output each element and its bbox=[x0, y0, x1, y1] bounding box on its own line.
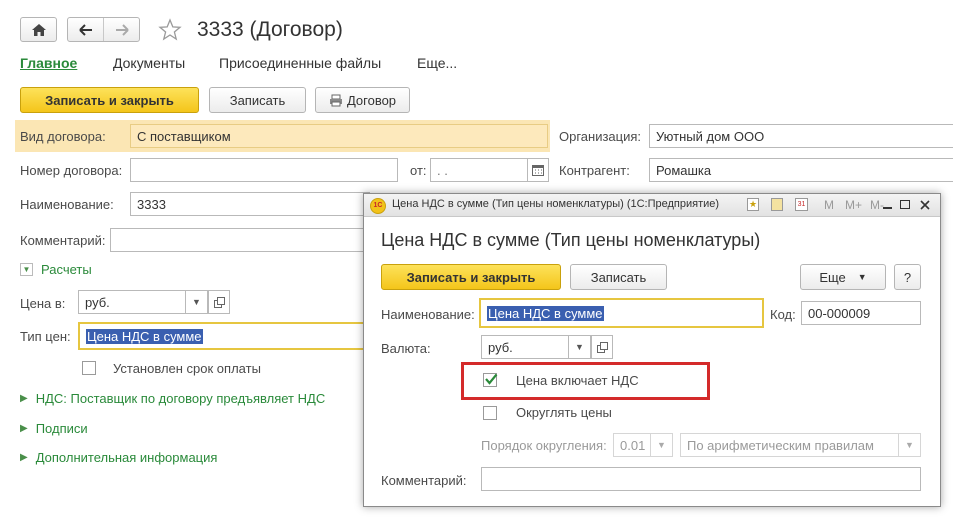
save-and-close-button[interactable]: Записать и закрыть bbox=[20, 87, 199, 113]
payment-term-label: Установлен срок оплаты bbox=[113, 361, 261, 376]
home-icon bbox=[31, 23, 46, 36]
extra-info-section-label: Дополнительная информация bbox=[35, 450, 218, 465]
price-type-field[interactable]: Цена НДС в сумме bbox=[78, 322, 378, 350]
price-in-label: Цена в: bbox=[20, 296, 66, 311]
signatures-section-toggle[interactable]: ▶ Подписи bbox=[20, 421, 88, 436]
bookmark-icon[interactable]: ★ bbox=[747, 198, 759, 211]
rounding-rule-dropdown: ▼ bbox=[899, 433, 921, 457]
printer-icon bbox=[329, 94, 342, 106]
contract-type-field[interactable]: С поставщиком bbox=[130, 124, 548, 148]
dialog-comment-field[interactable] bbox=[481, 467, 921, 491]
arrow-right-icon bbox=[115, 23, 129, 36]
memory-minus-button[interactable]: M- bbox=[870, 198, 884, 212]
comment-label: Комментарий: bbox=[20, 233, 106, 248]
currency-open-button[interactable] bbox=[591, 335, 613, 359]
open-icon bbox=[596, 341, 608, 353]
price-currency-field[interactable]: руб. bbox=[78, 290, 186, 314]
tab-attached-files[interactable]: Присоединенные файлы bbox=[219, 55, 381, 71]
counterparty-field[interactable]: Ромашка bbox=[649, 158, 953, 182]
app-logo-icon: 1C bbox=[370, 198, 386, 214]
save-button[interactable]: Записать bbox=[209, 87, 306, 113]
nav-buttons bbox=[67, 17, 140, 42]
price-type-value: Цена НДС в сумме bbox=[86, 328, 203, 344]
help-button[interactable]: ? bbox=[894, 264, 921, 290]
rounding-order-label: Порядок округления: bbox=[481, 438, 607, 453]
expand-arrow-icon: ▶ bbox=[20, 452, 28, 463]
favorite-star-icon[interactable] bbox=[158, 18, 182, 42]
dialog-window-title: Цена НДС в сумме (Тип цены номенклатуры)… bbox=[392, 198, 720, 210]
round-prices-checkbox[interactable] bbox=[483, 406, 497, 420]
vat-section-toggle[interactable]: ▶ НДС: Поставщик по договору предъявляет… bbox=[20, 391, 325, 406]
price-type-label: Тип цен: bbox=[20, 329, 71, 344]
code-field[interactable]: 00-000009 bbox=[801, 301, 921, 325]
price-includes-vat-label: Цена включает НДС bbox=[516, 373, 639, 388]
tab-more[interactable]: Еще... bbox=[417, 55, 457, 71]
tab-documents[interactable]: Документы bbox=[113, 55, 185, 71]
tab-main[interactable]: Главное bbox=[20, 55, 77, 71]
org-field[interactable]: Уютный дом ООО bbox=[649, 124, 953, 148]
org-label: Организация: bbox=[559, 129, 642, 144]
print-contract-button[interactable]: Договор bbox=[315, 87, 410, 113]
calendar-small-icon[interactable]: 31 bbox=[795, 198, 808, 211]
expand-chevron-icon: ▼ bbox=[20, 263, 33, 276]
dialog-comment-label: Комментарий: bbox=[381, 473, 467, 488]
open-icon bbox=[213, 296, 225, 308]
dialog-more-label: Еще bbox=[819, 269, 846, 285]
currency-field[interactable]: руб. bbox=[481, 335, 569, 359]
name-field[interactable]: 3333 bbox=[130, 192, 370, 216]
checkmark-icon bbox=[485, 373, 498, 385]
comment-field[interactable] bbox=[110, 228, 370, 252]
calculator-icon[interactable] bbox=[771, 198, 783, 211]
dialog-name-label: Наименование: bbox=[381, 307, 475, 322]
signatures-section-label: Подписи bbox=[35, 421, 88, 436]
memory-m-button[interactable]: M bbox=[824, 198, 834, 212]
dialog-save-button[interactable]: Записать bbox=[570, 264, 667, 290]
price-currency-dropdown[interactable]: ▼ bbox=[186, 290, 208, 314]
code-label: Код: bbox=[770, 307, 796, 322]
dialog-heading: Цена НДС в сумме (Тип цены номенклатуры) bbox=[381, 230, 761, 250]
forward-button[interactable] bbox=[104, 18, 139, 41]
vat-section-label: НДС: Поставщик по договору предъявляет Н… bbox=[35, 391, 326, 406]
contract-type-label: Вид договора: bbox=[20, 129, 106, 144]
rounding-order-field: 0.01 bbox=[613, 433, 651, 457]
home-button[interactable] bbox=[20, 17, 57, 42]
price-type-dialog: 1C Цена НДС в сумме (Тип цены номенклату… bbox=[363, 193, 941, 507]
round-prices-label: Округлять цены bbox=[516, 405, 612, 420]
dialog-name-value: Цена НДС в сумме bbox=[487, 305, 604, 321]
price-includes-vat-checkbox[interactable] bbox=[483, 373, 498, 387]
print-contract-label: Договор bbox=[346, 92, 397, 108]
extra-info-section-toggle[interactable]: ▶ Дополнительная информация bbox=[20, 450, 217, 465]
payments-section-toggle[interactable]: ▼ Расчеты bbox=[20, 262, 92, 277]
date-from-label: от: bbox=[410, 163, 427, 178]
currency-label: Валюта: bbox=[381, 341, 431, 356]
rounding-rule-field: По арифметическим правилам bbox=[680, 433, 899, 457]
dialog-more-button[interactable]: Еще ▼ bbox=[800, 264, 886, 290]
back-button[interactable] bbox=[68, 18, 104, 41]
expand-arrow-icon: ▶ bbox=[20, 393, 28, 404]
price-currency-open-button[interactable] bbox=[208, 290, 230, 314]
maximize-icon[interactable] bbox=[900, 200, 910, 209]
close-icon[interactable] bbox=[920, 200, 930, 210]
minimize-icon[interactable] bbox=[883, 207, 892, 209]
contract-number-label: Номер договора: bbox=[20, 163, 123, 178]
contract-number-field[interactable] bbox=[130, 158, 398, 182]
calendar-icon bbox=[532, 164, 544, 176]
calendar-button[interactable] bbox=[527, 158, 549, 182]
arrow-left-icon bbox=[78, 23, 92, 36]
name-label: Наименование: bbox=[20, 197, 114, 212]
payments-section-label: Расчеты bbox=[41, 262, 92, 277]
memory-plus-button[interactable]: M+ bbox=[845, 198, 862, 212]
dialog-name-field[interactable]: Цена НДС в сумме bbox=[479, 298, 764, 328]
page-title: 3333 (Договор) bbox=[197, 18, 343, 41]
counterparty-label: Контрагент: bbox=[559, 163, 630, 178]
rounding-order-dropdown: ▼ bbox=[651, 433, 673, 457]
dialog-save-and-close-button[interactable]: Записать и закрыть bbox=[381, 264, 561, 290]
payment-term-checkbox[interactable] bbox=[82, 361, 96, 375]
currency-dropdown[interactable]: ▼ bbox=[569, 335, 591, 359]
dropdown-arrow-icon: ▼ bbox=[857, 272, 867, 282]
expand-arrow-icon: ▶ bbox=[20, 423, 28, 434]
contract-date-field[interactable]: . . bbox=[430, 158, 528, 182]
